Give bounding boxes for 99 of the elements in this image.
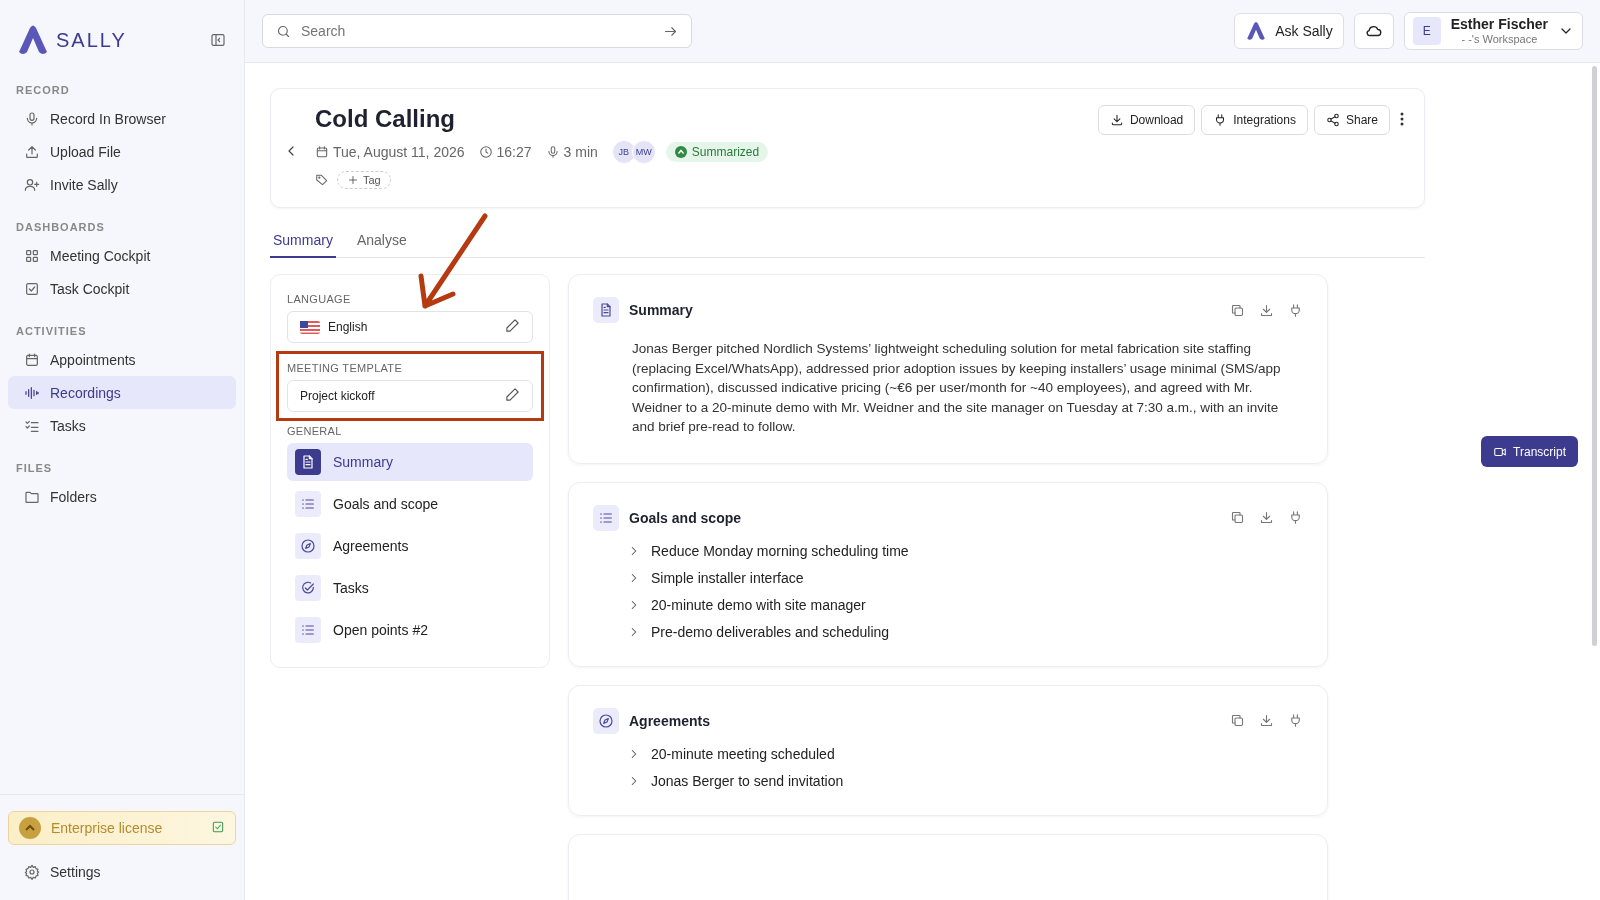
list-item: 20-minute demo with site manager bbox=[651, 596, 866, 613]
coin-icon bbox=[19, 817, 41, 839]
grid-icon bbox=[24, 247, 40, 264]
microphone-icon bbox=[24, 110, 40, 127]
copy-icon[interactable] bbox=[1230, 302, 1245, 318]
summary-text: Jonas Berger pitched Nordlich Systems’ lightweight scheduling solution for metal fabrication site staffing (replacing Excel/WhatsApp), addressed prior adoption issues by keeping installers’ usage minimal (SMS/app confirmation), discussed indicative pricing (~€6 per user/month for ~40 employees), and agreed with Mr. Weidner to a 20-minute demo with Mr. Weidner and the site manager on Tuesday at 7:30 a.m., with an invite and brief pre-read to follow. bbox=[632, 340, 1282, 436]
sidebar-toggle-icon[interactable] bbox=[210, 32, 226, 48]
section-title: Agreements bbox=[629, 712, 711, 729]
tag-icon bbox=[315, 173, 329, 187]
section-item[interactable]: Open points #2 bbox=[287, 611, 533, 649]
plus-icon bbox=[347, 174, 359, 186]
sidebar-item[interactable]: Meeting Cockpit bbox=[8, 239, 236, 272]
share-icon bbox=[1325, 113, 1340, 127]
sidebar-item[interactable]: Invite Sally bbox=[8, 168, 236, 201]
language-field[interactable]: English bbox=[287, 311, 533, 343]
document-icon bbox=[598, 302, 614, 318]
document-icon bbox=[300, 454, 316, 470]
sidebar-item[interactable]: Task Cockpit bbox=[8, 272, 236, 305]
list-item: 20-minute meeting scheduled bbox=[651, 745, 835, 762]
field-label: MEETING TEMPLATE bbox=[287, 362, 404, 374]
section-item[interactable]: Goals and scope bbox=[287, 485, 533, 523]
edit-icon[interactable] bbox=[505, 318, 520, 333]
download-icon bbox=[1109, 113, 1124, 127]
waveform-icon bbox=[24, 384, 40, 401]
flag-icon bbox=[300, 320, 320, 334]
workspace-name: - -'s Workspace bbox=[1460, 32, 1539, 45]
list-item: Pre-demo deliverables and scheduling bbox=[651, 623, 890, 640]
check-circle-icon bbox=[300, 580, 316, 596]
sidebar-item[interactable]: Tasks bbox=[8, 409, 236, 442]
add-tag-button[interactable]: Tag bbox=[337, 171, 391, 189]
section-item[interactable]: Agreements bbox=[287, 527, 533, 565]
section-label: DASHBOARDS bbox=[15, 220, 106, 235]
list-icon bbox=[300, 496, 316, 512]
section-label: ACTIVITIES bbox=[15, 324, 88, 339]
plug-icon[interactable] bbox=[1288, 302, 1303, 318]
search-field[interactable]: Search bbox=[262, 14, 692, 48]
sidebar-item[interactable]: Appointments bbox=[8, 343, 236, 376]
recording-duration: 3 min bbox=[563, 144, 598, 160]
tab[interactable]: Summary bbox=[270, 222, 336, 258]
action-button[interactable]: Integrations bbox=[1201, 105, 1308, 135]
section-item[interactable]: Tasks bbox=[287, 569, 533, 607]
logo-icon bbox=[16, 24, 50, 56]
search-icon bbox=[276, 24, 291, 39]
sidebar-item[interactable]: Folders bbox=[8, 480, 236, 513]
scrollbar[interactable] bbox=[1592, 66, 1597, 646]
participant-avatar[interactable]: MW bbox=[631, 140, 656, 164]
user-name: Esther Fischer bbox=[1450, 17, 1548, 33]
upload-icon bbox=[24, 143, 40, 160]
calendar-icon bbox=[24, 351, 40, 368]
section-title: Goals and scope bbox=[629, 509, 743, 526]
user-avatar: E bbox=[1412, 17, 1441, 45]
template-field[interactable]: Project kickoff bbox=[287, 380, 533, 412]
brand-name: SALLY bbox=[56, 28, 127, 52]
calendar-icon bbox=[315, 145, 329, 159]
section-item[interactable]: Summary bbox=[287, 443, 533, 481]
microphone-icon bbox=[545, 145, 560, 159]
settings-item[interactable]: Settings bbox=[8, 855, 236, 888]
list-icon bbox=[300, 622, 316, 638]
checkbox-icon bbox=[24, 280, 40, 297]
arrow-right-icon bbox=[663, 24, 678, 39]
action-button[interactable]: Share bbox=[1313, 105, 1390, 135]
edit-icon[interactable] bbox=[505, 387, 520, 402]
download-icon[interactable] bbox=[1259, 713, 1274, 728]
plug-icon[interactable] bbox=[1288, 713, 1303, 728]
transcript-button[interactable]: Transcript bbox=[1481, 436, 1578, 467]
section-title: Summary bbox=[629, 302, 694, 318]
participant-avatar[interactable]: JB bbox=[611, 140, 636, 164]
recording-date: Tue, August 11, 2026 bbox=[333, 144, 465, 160]
compass-icon bbox=[300, 538, 316, 554]
clock-icon bbox=[478, 145, 493, 159]
recording-title: Cold Calling bbox=[315, 105, 456, 133]
cloud-button[interactable] bbox=[1353, 13, 1394, 49]
plug-icon[interactable] bbox=[1288, 510, 1303, 525]
compass-icon bbox=[598, 712, 614, 729]
status-badge: Summarized bbox=[665, 142, 769, 162]
list-item: Simple installer interface bbox=[651, 569, 804, 586]
tab[interactable]: Analyse bbox=[353, 222, 410, 258]
copy-icon[interactable] bbox=[1230, 713, 1245, 728]
copy-icon[interactable] bbox=[1230, 510, 1245, 525]
section-label: FILES bbox=[15, 461, 54, 476]
more-icon bbox=[1400, 111, 1404, 126]
recording-time: 16:27 bbox=[496, 144, 532, 160]
download-icon[interactable] bbox=[1259, 302, 1274, 318]
section-label: RECORD bbox=[15, 83, 71, 98]
ask-button[interactable]: Ask Sally bbox=[1234, 13, 1344, 49]
download-icon[interactable] bbox=[1259, 510, 1274, 525]
status-icon bbox=[674, 146, 687, 158]
sidebar-item[interactable]: Upload File bbox=[8, 135, 236, 168]
action-button[interactable]: Download bbox=[1097, 105, 1196, 135]
sidebar-item[interactable]: Record In Browser bbox=[8, 102, 236, 135]
add-user-icon bbox=[24, 176, 40, 193]
sidebar-item[interactable]: Recordings bbox=[8, 376, 236, 409]
list-item: Jonas Berger to send invitation bbox=[651, 772, 844, 789]
logo-icon bbox=[1245, 21, 1268, 41]
user-menu[interactable]: E Esther Fischer - -'s Workspace bbox=[1403, 12, 1583, 50]
list-item: Reduce Monday morning scheduling time bbox=[651, 542, 909, 559]
settings-icon bbox=[24, 863, 40, 880]
field-label: LANGUAGE bbox=[287, 293, 352, 305]
group-label: GENERAL bbox=[287, 425, 343, 437]
